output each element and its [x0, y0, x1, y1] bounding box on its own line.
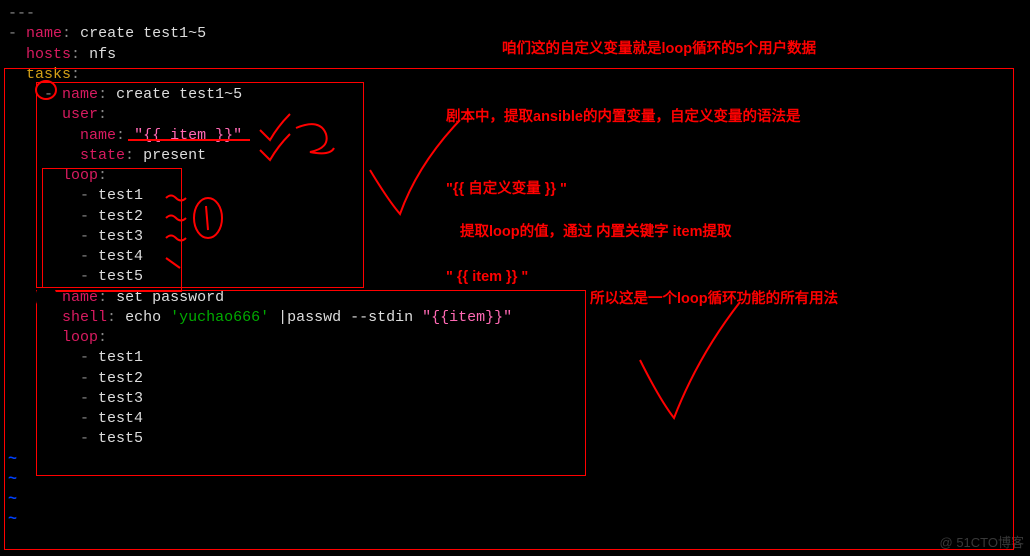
task2-loop-1: - test2	[8, 369, 1022, 389]
task1-user-name: name: "{{ item }}"	[8, 126, 1022, 146]
task2-loop-0: - test1	[8, 348, 1022, 368]
tasks-line: tasks:	[8, 65, 1022, 85]
task1-loop-3: - test4	[8, 247, 1022, 267]
vim-tilde-2: ~	[8, 470, 1022, 490]
annotation-text-1: 咱们这的自定义变量就是loop循环的5个用户数据	[502, 40, 816, 60]
watermark: @ 51CTO博客	[940, 534, 1024, 552]
annotation-text-2: 剧本中，提取ansible的内置变量，自定义变量的语法是	[446, 108, 906, 128]
task2-loop: loop:	[8, 328, 1022, 348]
task2-loop-2: - test3	[8, 389, 1022, 409]
annotation-text-6: 所以这是一个loop循环功能的所有用法	[590, 290, 838, 310]
annotation-text-3: "{{ 自定义变量 }} "	[446, 180, 567, 200]
vim-tilde-3: ~	[8, 490, 1022, 510]
annotation-text-4: 提取loop的值，通过 内置关键字 item提取	[460, 223, 731, 243]
annotation-text-5: " {{ item }} "	[446, 268, 528, 288]
yaml-doc-start: ---	[8, 4, 1022, 24]
task2-shell: shell: echo 'yuchao666' |passwd --stdin …	[8, 308, 1022, 328]
task2-name: - name: set password	[8, 288, 1022, 308]
vim-tilde-1: ~	[8, 450, 1022, 470]
task2-loop-4: - test5	[8, 429, 1022, 449]
task2-loop-3: - test4	[8, 409, 1022, 429]
task1-user-state: state: present	[8, 146, 1022, 166]
task1-name: - name: create test1~5	[8, 85, 1022, 105]
vim-tilde-4: ~	[8, 510, 1022, 530]
